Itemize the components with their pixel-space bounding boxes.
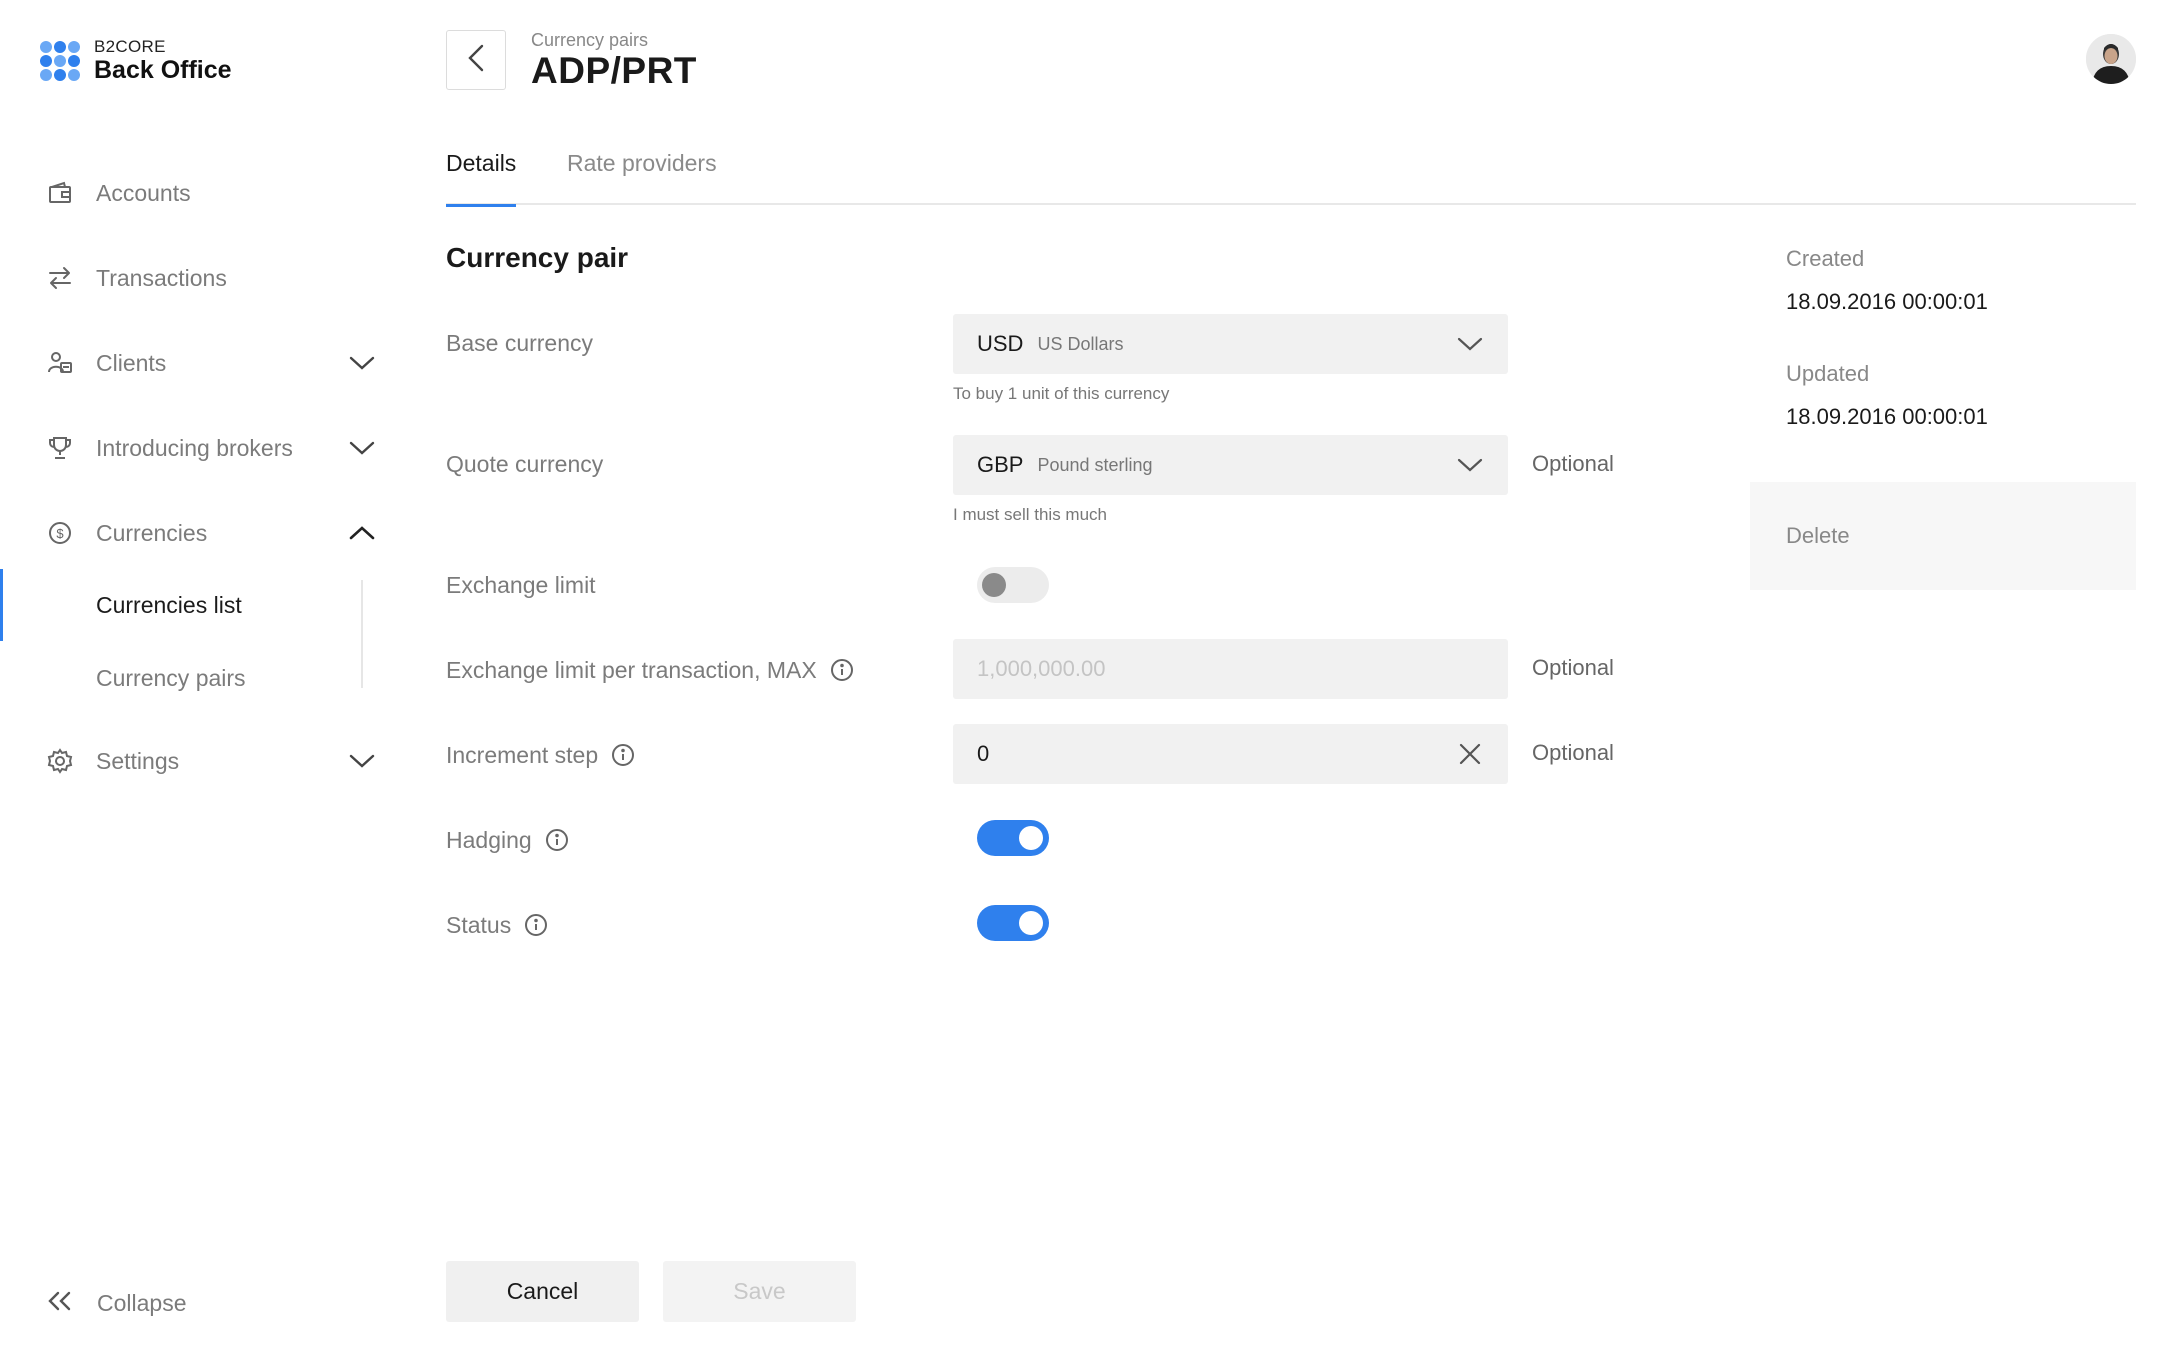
label-text: Hadging [446,826,532,853]
collapse-sidebar-button[interactable]: Collapse [47,1290,187,1317]
brand-title: Back Office [94,56,232,84]
chevron-down-icon[interactable] [345,431,379,465]
optional-label: Optional [1532,655,1614,680]
brand-logo[interactable]: B2CORE Back Office [40,38,232,84]
delete-label: Delete [1786,523,1850,548]
tab-details[interactable]: Details [446,150,517,207]
breadcrumb[interactable]: Currency pairs [531,30,648,51]
exchange-limit-max-input[interactable]: 1,000,000.00 [953,639,1508,699]
hadging-toggle[interactable] [977,820,1049,856]
svg-text:$: $ [56,526,64,541]
sidebar-subitem-currencies-list[interactable]: Currencies list [0,569,400,641]
label-text: Status [446,911,512,938]
info-icon[interactable] [829,657,855,683]
sidebar-item-label: Introducing brokers [96,434,293,461]
sidebar-item-currencies[interactable]: $ Currencies [0,503,400,563]
hadging-label: Hadging [446,825,570,855]
collapse-label: Collapse [97,1290,187,1316]
currency-name: Pound sterling [1037,454,1153,475]
clients-icon [47,350,73,376]
chevron-down-icon[interactable] [345,346,379,380]
back-button[interactable] [446,30,506,90]
sidebar-item-label: Transactions [96,264,227,291]
optional-label: Optional [1532,451,1614,476]
sidebar-item-label: Clients [96,349,167,376]
label-text: Increment step [446,741,599,768]
updated-value: 18.09.2016 00:00:01 [1786,404,1988,429]
label-text: Exchange limit [446,571,596,598]
currency-code: USD [977,331,1024,356]
sidebar-subitem-label: Currency pairs [96,664,246,691]
info-icon[interactable] [544,827,570,853]
chevron-down-icon[interactable] [1454,328,1486,360]
dollar-circle-icon: $ [47,520,73,546]
base-currency-select[interactable]: USD US Dollars [953,314,1508,374]
sidebar-item-label: Currencies [96,519,208,546]
cancel-button[interactable]: Cancel [446,1261,639,1322]
save-button[interactable]: Save [663,1261,856,1322]
optional-label: Optional [1532,740,1614,765]
quote-currency-select[interactable]: GBP Pound sterling [953,435,1508,495]
chevron-down-icon[interactable] [1454,449,1486,481]
quote-currency-hint: I must sell this much [953,505,1107,524]
toggle-knob [1019,826,1043,850]
tab-bar: Details Rate providers [446,140,2136,207]
swap-arrows-icon [47,265,73,291]
exchange-limit-max-label: Exchange limit per transaction, MAX [446,655,855,685]
quote-currency-label: Quote currency [446,449,603,479]
clear-icon[interactable] [1454,738,1486,770]
updated-label: Updated [1786,361,1870,386]
label-text: Quote currency [446,450,604,477]
input-value: 0 [977,741,990,766]
base-currency-label: Base currency [446,328,593,358]
sidebar-item-clients[interactable]: Clients [0,333,400,393]
toggle-knob [1019,911,1043,935]
sidebar-item-introducing-brokers[interactable]: Introducing brokers [0,418,400,478]
gear-icon [47,748,73,774]
status-toggle[interactable] [977,905,1049,941]
section-title: Currency pair [446,242,629,273]
exchange-limit-toggle[interactable] [977,567,1049,603]
chevron-left-icon [467,43,485,78]
sidebar-subitem-currency-pairs[interactable]: Currency pairs [0,648,400,708]
base-currency-hint: To buy 1 unit of this currency [953,384,1170,403]
sidebar-item-label: Settings [96,747,180,774]
currency-code: GBP [977,452,1024,477]
status-label: Status [446,910,549,940]
info-icon[interactable] [610,742,636,768]
delete-button[interactable]: Delete [1750,482,2136,590]
trophy-icon [47,435,73,461]
sidebar-item-accounts[interactable]: Accounts [0,163,400,223]
created-label: Created [1786,246,1865,271]
increment-step-input[interactable]: 0 [953,724,1508,784]
avatar[interactable] [2086,34,2136,84]
label-text: Exchange limit per transaction, MAX [446,656,817,683]
currency-name: US Dollars [1037,333,1124,354]
page-title: ADP/PRT [531,50,697,91]
tab-rate-providers[interactable]: Rate providers [567,150,717,205]
exchange-limit-label: Exchange limit [446,570,596,600]
info-icon[interactable] [523,912,549,938]
input-placeholder: 1,000,000.00 [977,656,1106,681]
sidebar-item-settings[interactable]: Settings [0,731,400,791]
brand-small-text: B2CORE [94,37,166,56]
logo-mark-icon [40,41,80,81]
wallet-icon [47,180,73,206]
sidebar-subitem-label: Currencies list [96,591,242,618]
sidebar-item-label: Accounts [96,179,191,206]
increment-step-label: Increment step [446,740,636,770]
chevron-up-icon[interactable] [345,516,379,550]
double-chevron-left-icon [47,1290,73,1317]
toggle-knob [982,573,1006,597]
sidebar-item-transactions[interactable]: Transactions [0,248,400,308]
created-value: 18.09.2016 00:00:01 [1786,289,1988,314]
chevron-down-icon[interactable] [345,744,379,778]
label-text: Base currency [446,329,594,356]
